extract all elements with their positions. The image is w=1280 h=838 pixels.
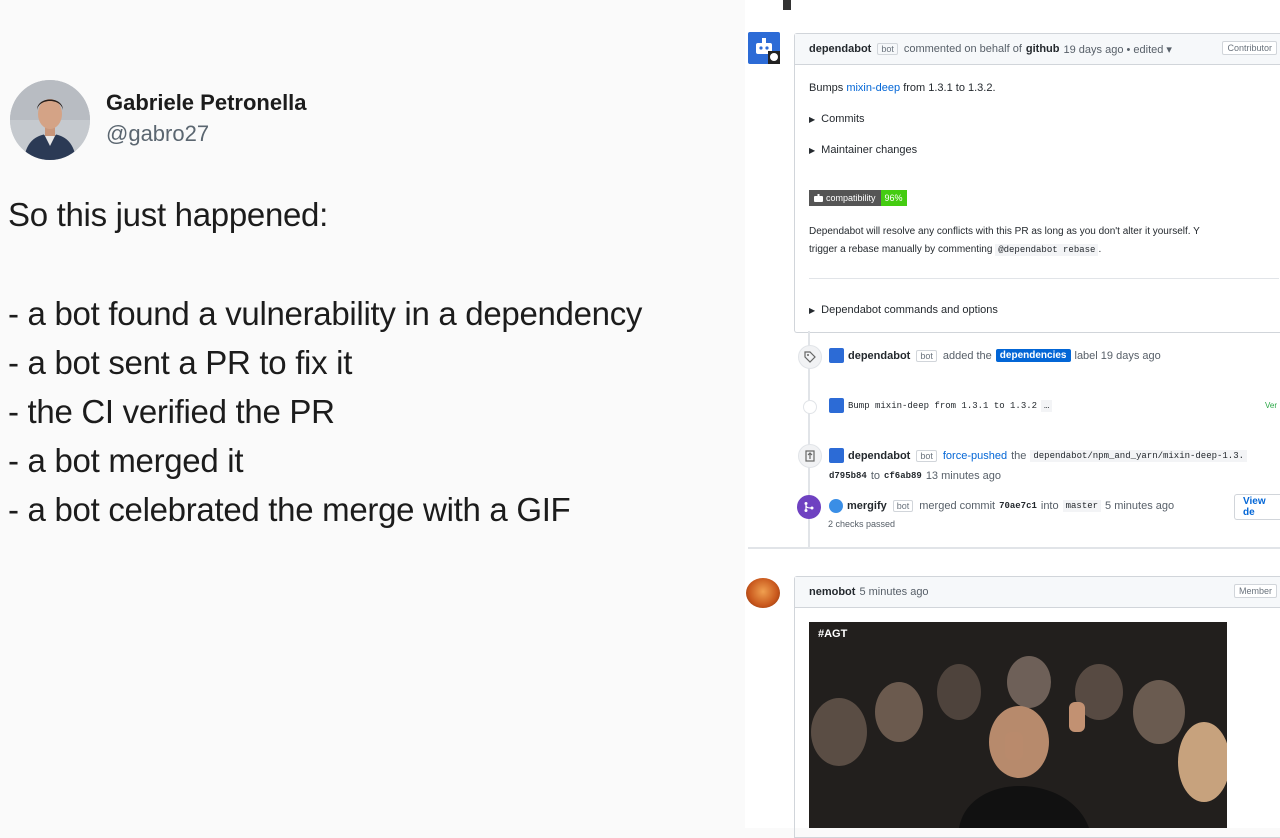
tweet-line: - a bot sent a PR to fix it <box>8 344 353 381</box>
tweet-text: So this just happened: - a bot found a v… <box>8 190 642 534</box>
dependabot-mini-avatar-icon[interactable] <box>829 348 844 363</box>
comment-org[interactable]: github <box>1026 43 1060 55</box>
merge-time[interactable]: 5 minutes ago <box>1105 500 1174 512</box>
mergify-avatar-icon[interactable] <box>829 499 843 513</box>
checks-status[interactable]: 2 checks passed <box>828 519 895 529</box>
merge-action: merged commit <box>919 500 996 512</box>
author-name[interactable]: Gabriele Petronella <box>106 90 307 116</box>
package-link[interactable]: mixin-deep <box>846 82 900 94</box>
dependabot-avatar-icon[interactable] <box>748 32 780 64</box>
from-sha[interactable]: d795b84 <box>829 471 867 481</box>
comment-action: commented on behalf of <box>903 43 1022 55</box>
bot-badge: bot <box>916 349 937 362</box>
celebration-gif[interactable]: #AGT <box>809 622 1227 828</box>
commits-toggle[interactable]: ▶ Commits <box>809 113 865 125</box>
sha-to: to <box>870 470 880 482</box>
comment-time[interactable]: 19 days ago • edited ▾ <box>1064 43 1172 56</box>
event-author[interactable]: dependabot <box>848 450 910 462</box>
tweet-line: - a bot found a vulnerability in a depen… <box>8 295 643 332</box>
resolve-text-1: Dependabot will resolve any conflicts wi… <box>809 226 1200 237</box>
gif-tag: #AGT <box>818 628 848 640</box>
merge-event: mergify bot merged commit 70ae7c1 into m… <box>829 499 1174 513</box>
bot-badge: bot <box>892 500 914 512</box>
triangle-right-icon: ▶ <box>809 306 816 315</box>
commit-event: Bump mixin-deep from 1.3.1 to 1.3.2 … <box>829 398 1053 413</box>
tweet-line: So this just happened: <box>8 196 328 233</box>
commit-dot-icon <box>803 400 817 414</box>
rebase-command: @dependabot rebase <box>995 244 1099 256</box>
badge-label: compatibility <box>826 193 876 203</box>
dependabot-comment: dependabot bot commented on behalf of gi… <box>794 33 1280 333</box>
contributor-badge: Contributor <box>1222 41 1277 55</box>
merge-into: into <box>1040 500 1059 512</box>
triangle-right-icon: ▶ <box>809 115 816 124</box>
commits-label: Commits <box>821 113 865 125</box>
body-divider <box>809 278 1279 279</box>
author-handle[interactable]: @gabro27 <box>106 121 209 147</box>
commit-message[interactable]: Bump mixin-deep from 1.3.1 to 1.3.2 <box>848 401 1037 411</box>
tweet-line <box>8 239 642 289</box>
push-time[interactable]: 13 minutes ago <box>926 470 1001 482</box>
merge-sha[interactable]: 70ae7c1 <box>999 501 1037 511</box>
top-divider <box>783 0 791 10</box>
tweet-line: - a bot merged it <box>8 442 244 479</box>
comment-header: nemobot 5 minutes ago <box>795 577 1280 608</box>
target-branch[interactable]: master <box>1062 500 1102 512</box>
comment-author[interactable]: nemobot <box>809 586 855 598</box>
branch-name[interactable]: dependabot/npm_and_yarn/mixin-deep-1.3. <box>1030 449 1248 462</box>
member-badge: Member <box>1233 584 1277 598</box>
bumps-suffix: from 1.3.1 to 1.3.2. <box>903 82 996 94</box>
timeline-divider <box>748 547 1280 549</box>
label-event: dependabot bot added the dependencies la… <box>829 348 1161 363</box>
comment-header: dependabot bot commented on behalf of gi… <box>795 34 1280 65</box>
event-the: the <box>1011 449 1027 462</box>
event-author[interactable]: mergify <box>847 500 887 512</box>
comment-author[interactable]: dependabot <box>809 43 871 55</box>
nemobot-avatar-icon[interactable] <box>746 578 780 608</box>
event-text: added the <box>942 349 992 362</box>
bumps-prefix: Bumps <box>809 82 844 94</box>
compatibility-badge[interactable]: compatibility 96% <box>809 190 907 206</box>
dependabot-mini-avatar-icon[interactable] <box>829 448 844 463</box>
tweet-line: - the CI verified the PR <box>8 393 335 430</box>
badge-value: 96% <box>880 190 907 206</box>
merge-icon <box>797 495 821 519</box>
push-shas: d795b84 to cf6ab89 13 minutes ago <box>829 470 1001 482</box>
tag-icon <box>798 345 822 369</box>
github-pr-timeline: dependabot bot commented on behalf of gi… <box>745 0 1280 838</box>
robot-icon <box>814 194 823 202</box>
force-pushed-link[interactable]: force-pushed <box>943 450 1007 462</box>
tweet-line: - a bot celebrated the merge with a GIF <box>8 491 571 528</box>
verified-badge[interactable]: Ver <box>1265 401 1277 410</box>
resolve-text-2: trigger a rebase manually by commenting <box>809 244 993 255</box>
maintainer-changes-label: Maintainer changes <box>821 144 918 156</box>
commands-toggle[interactable]: ▶ Dependabot commands and options <box>809 304 998 316</box>
dependabot-mini-avatar-icon[interactable] <box>829 398 844 413</box>
to-sha[interactable]: cf6ab89 <box>884 471 922 481</box>
triangle-right-icon: ▶ <box>809 146 816 155</box>
push-event: dependabot bot force-pushed the dependab… <box>829 448 1248 463</box>
comment-time[interactable]: 5 minutes ago <box>859 586 928 598</box>
gif-image <box>809 622 1227 828</box>
bot-badge: bot <box>877 43 898 55</box>
bot-badge: bot <box>916 449 937 462</box>
repo-push-icon <box>798 444 822 468</box>
maintainer-changes-toggle[interactable]: ▶ Maintainer changes <box>809 144 917 156</box>
resolve-end: . <box>1098 244 1102 255</box>
dependencies-label[interactable]: dependencies <box>995 349 1071 362</box>
tweet: Gabriele Petronella @gabro27 So this jus… <box>0 0 740 828</box>
event-author[interactable]: dependabot <box>848 350 910 362</box>
commit-expand-button[interactable]: … <box>1041 399 1053 412</box>
commands-label: Dependabot commands and options <box>821 304 998 316</box>
author-avatar[interactable] <box>10 80 90 160</box>
event-time: label 19 days ago <box>1074 349 1161 362</box>
view-details-button[interactable]: View de <box>1234 494 1280 520</box>
